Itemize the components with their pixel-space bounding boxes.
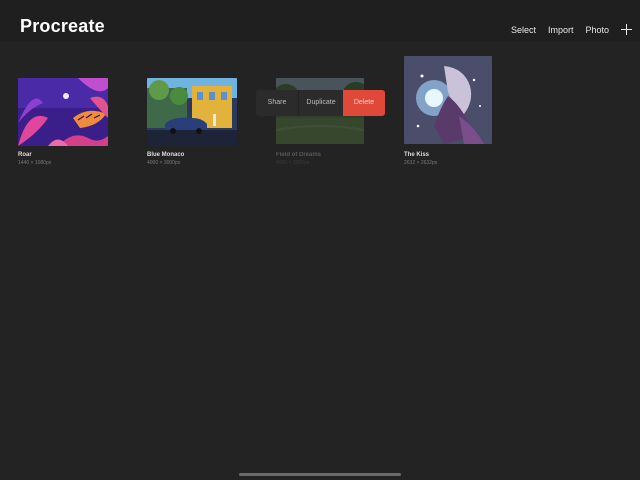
plus-icon[interactable] bbox=[621, 24, 632, 35]
artwork-thumbnail[interactable] bbox=[404, 56, 492, 144]
artwork-title: Roar bbox=[18, 152, 32, 158]
delete-button[interactable]: Delete bbox=[343, 90, 385, 116]
select-button[interactable]: Select bbox=[511, 25, 536, 35]
artwork-card-roar[interactable]: Roar 1440 × 1080px bbox=[18, 78, 110, 168]
top-bar: Procreate Select Import Photo bbox=[0, 0, 640, 42]
home-indicator[interactable] bbox=[239, 473, 401, 476]
artwork-size: 2632 × 2632px bbox=[404, 160, 438, 166]
artwork-size: 1440 × 1080px bbox=[18, 160, 52, 166]
artwork-thumbnail[interactable] bbox=[18, 78, 108, 146]
artwork-size: 4000 × 3000px bbox=[147, 160, 181, 166]
artwork-title: The Kiss bbox=[404, 152, 430, 158]
artwork-title: Blue Monaco bbox=[147, 152, 185, 158]
artwork-card-the-kiss[interactable]: The Kiss 2632 × 2632px bbox=[404, 56, 496, 168]
artwork-action-menu: Share Duplicate Delete bbox=[256, 90, 385, 116]
street-scene-illustration bbox=[147, 78, 237, 146]
photo-button[interactable]: Photo bbox=[585, 25, 609, 35]
share-button[interactable]: Share bbox=[256, 90, 298, 116]
toolbar: Select Import Photo bbox=[499, 24, 632, 35]
artwork-title: Field of Dreams bbox=[276, 152, 322, 158]
the-kiss-illustration bbox=[404, 56, 492, 144]
artwork-thumbnail[interactable] bbox=[147, 78, 237, 146]
tiger-illustration bbox=[18, 78, 108, 146]
app-title: Procreate bbox=[20, 16, 105, 36]
artwork-size: 4000 × 3000px bbox=[276, 160, 310, 166]
import-button[interactable]: Import bbox=[548, 25, 574, 35]
duplicate-button[interactable]: Duplicate bbox=[298, 90, 343, 116]
artwork-card-blue-monaco[interactable]: Blue Monaco 4000 × 3000px bbox=[147, 78, 239, 168]
